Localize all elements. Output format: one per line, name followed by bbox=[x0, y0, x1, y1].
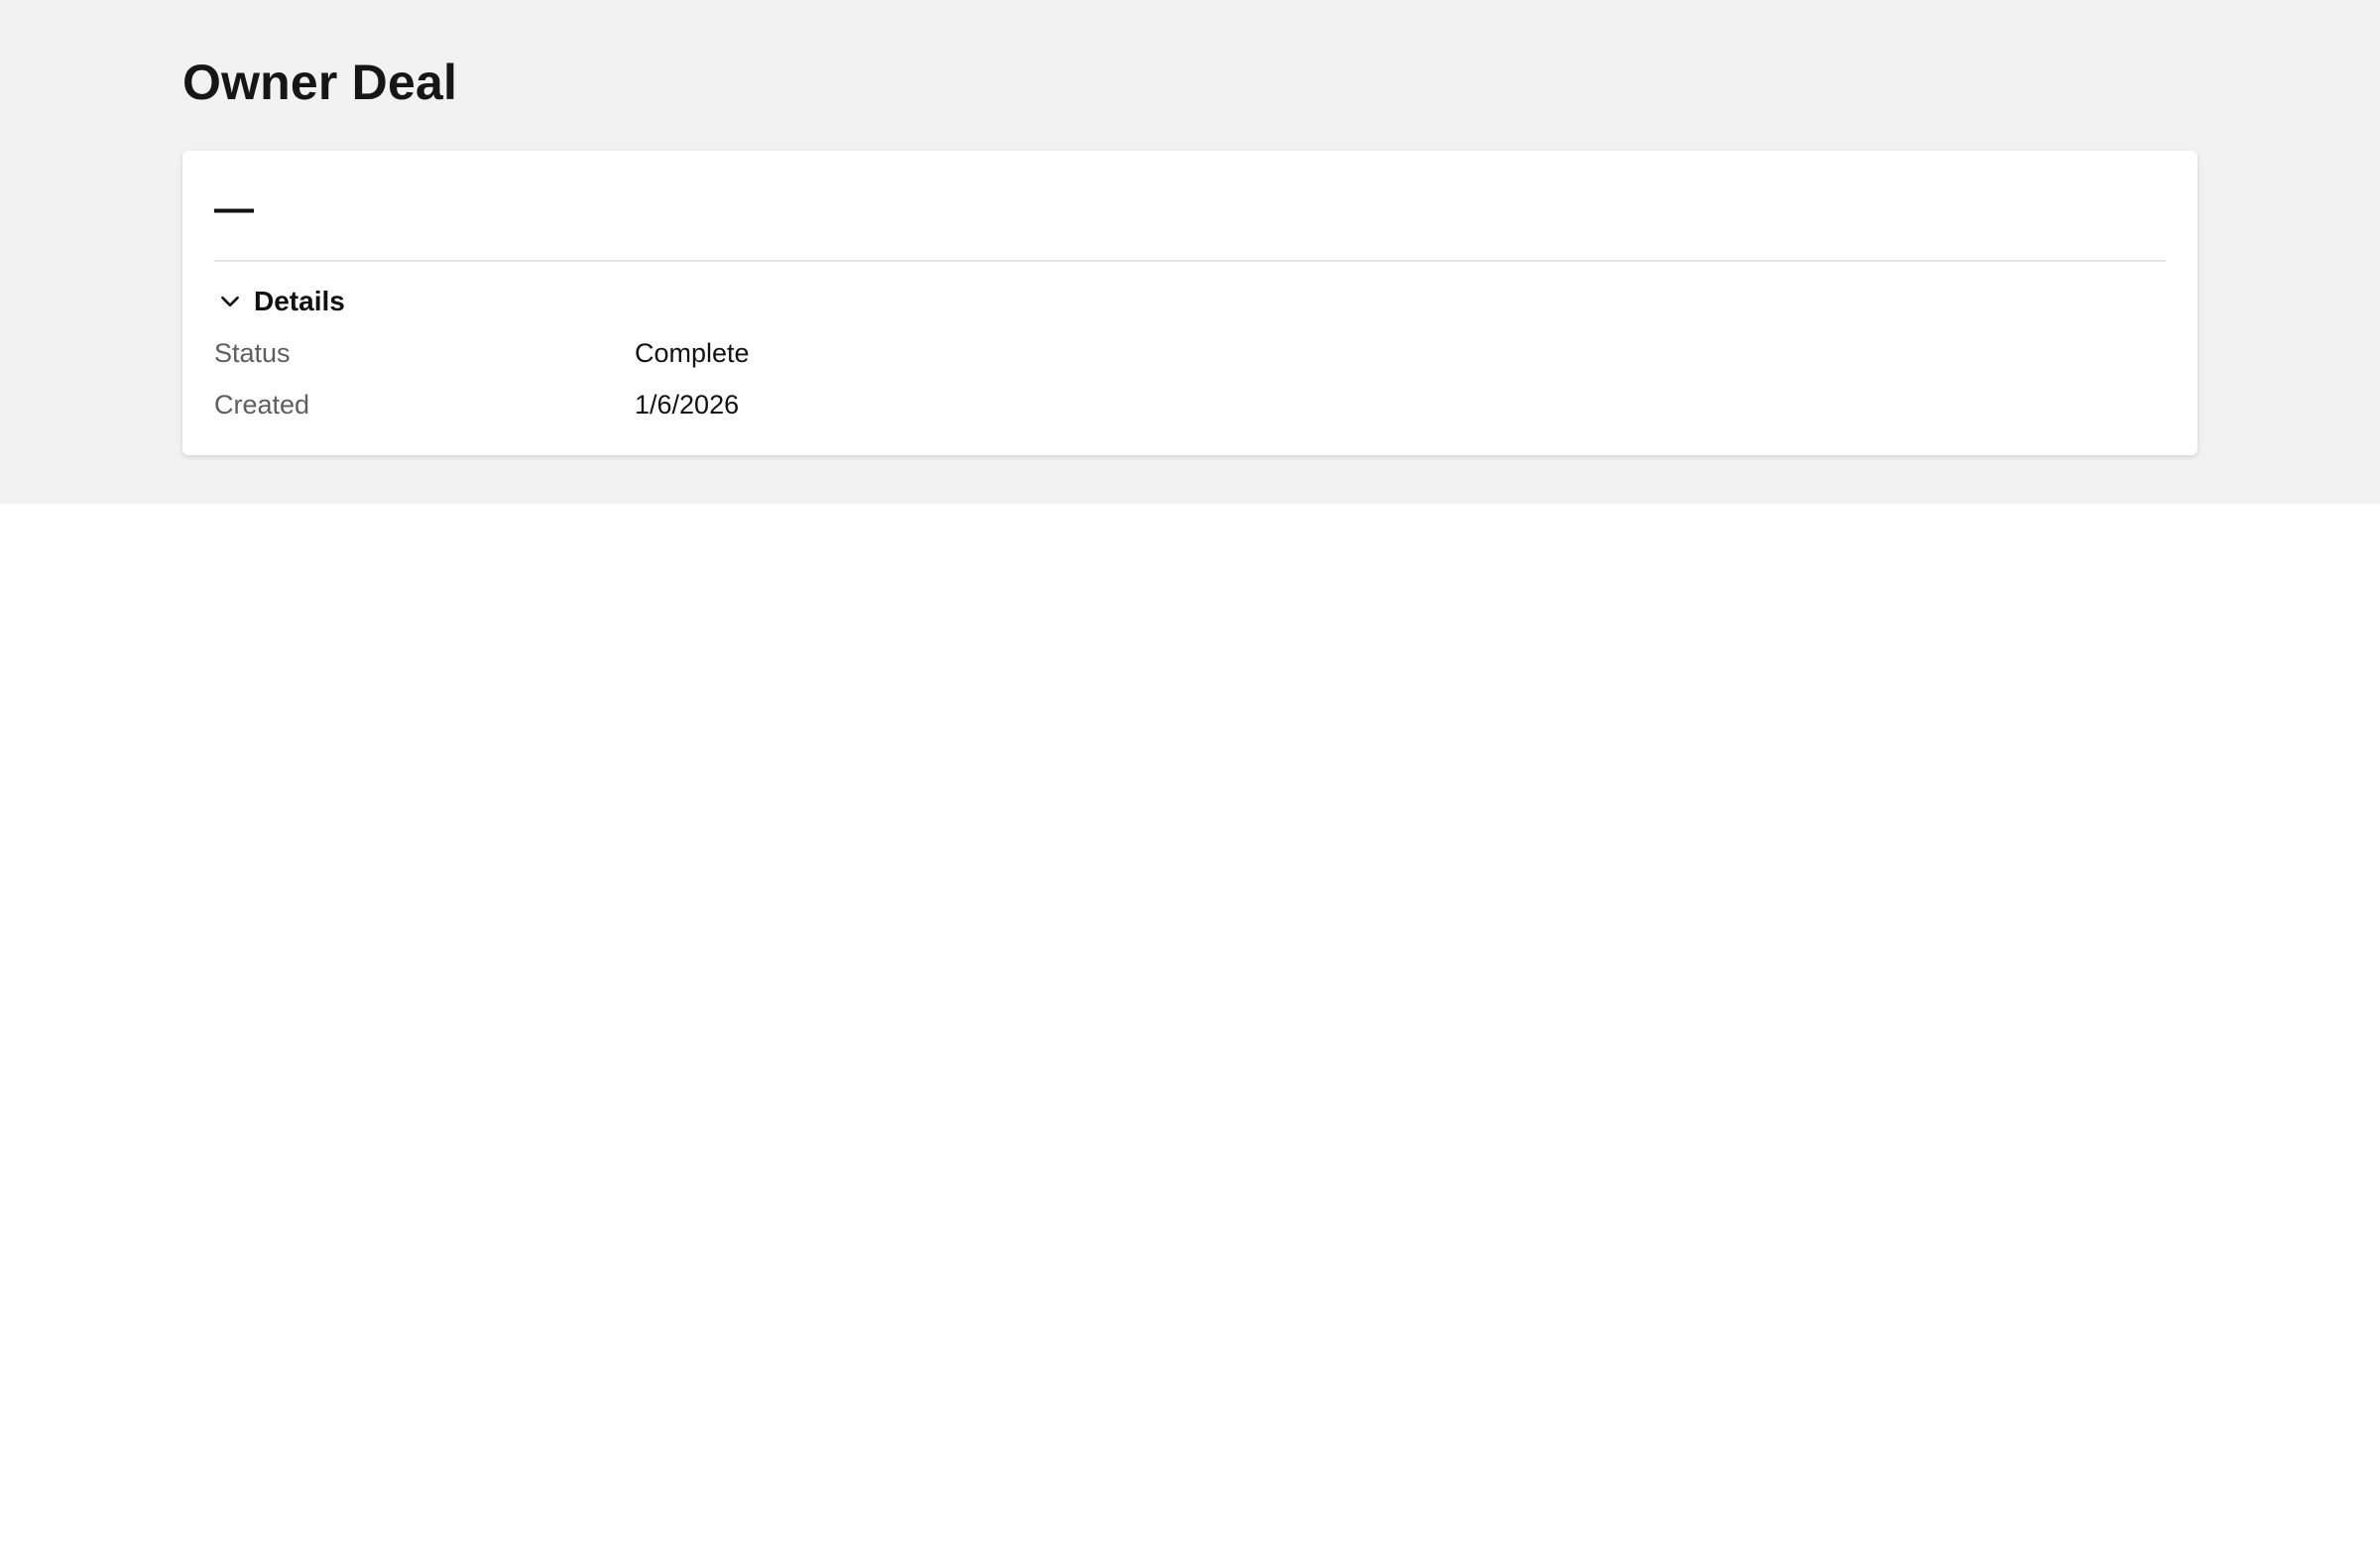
status-value: Complete bbox=[635, 338, 750, 368]
page-title: Owner Deal bbox=[182, 55, 458, 110]
details-section-label: Details bbox=[254, 286, 345, 316]
record-card: — Details Status Complete Created 1/6/20… bbox=[182, 151, 2198, 455]
status-label: Status bbox=[214, 338, 291, 368]
created-label: Created bbox=[214, 390, 310, 420]
field-row-status: Status Complete bbox=[214, 331, 2166, 375]
chevron-down-icon bbox=[214, 286, 246, 317]
record-name: — bbox=[214, 186, 254, 230]
field-row-created: Created 1/6/2026 bbox=[214, 383, 2166, 426]
created-value: 1/6/2026 bbox=[635, 390, 740, 420]
details-section-toggle[interactable]: Details bbox=[214, 282, 345, 321]
card-divider bbox=[214, 260, 2166, 262]
